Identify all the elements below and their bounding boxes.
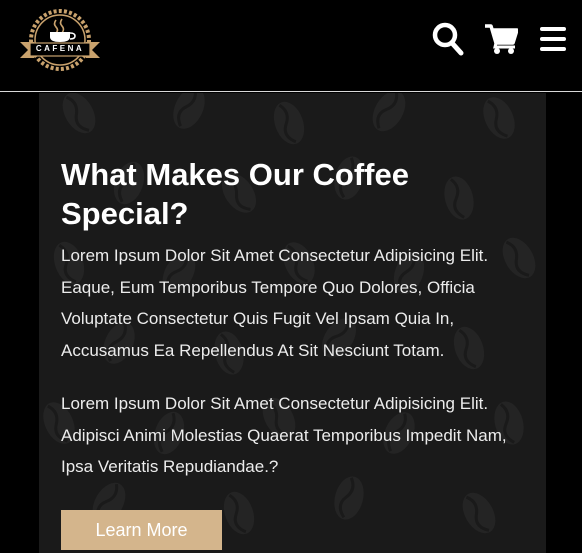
section-paragraph-1: Lorem Ipsum Dolor Sit Amet Consectetur A… bbox=[61, 246, 489, 360]
cafena-logo[interactable]: CAFENA bbox=[18, 6, 102, 74]
learn-more-button[interactable]: Learn More bbox=[61, 510, 222, 550]
section-content: What Makes Our Coffee Special? Lorem Ips… bbox=[61, 155, 531, 483]
section-paragraph-2: Lorem Ipsum Dolor Sit Amet Consectetur A… bbox=[61, 394, 507, 476]
coffee-cup-logo-icon bbox=[20, 9, 100, 71]
cart-icon[interactable] bbox=[484, 22, 518, 56]
hamburger-menu-icon[interactable] bbox=[540, 26, 566, 52]
coffee-special-section: What Makes Our Coffee Special? Lorem Ips… bbox=[39, 93, 546, 553]
search-icon[interactable] bbox=[432, 22, 464, 56]
site-header: CAFENA bbox=[0, 0, 582, 92]
logo-text: CAFENA bbox=[35, 44, 85, 53]
section-heading: What Makes Our Coffee Special? bbox=[61, 157, 409, 231]
